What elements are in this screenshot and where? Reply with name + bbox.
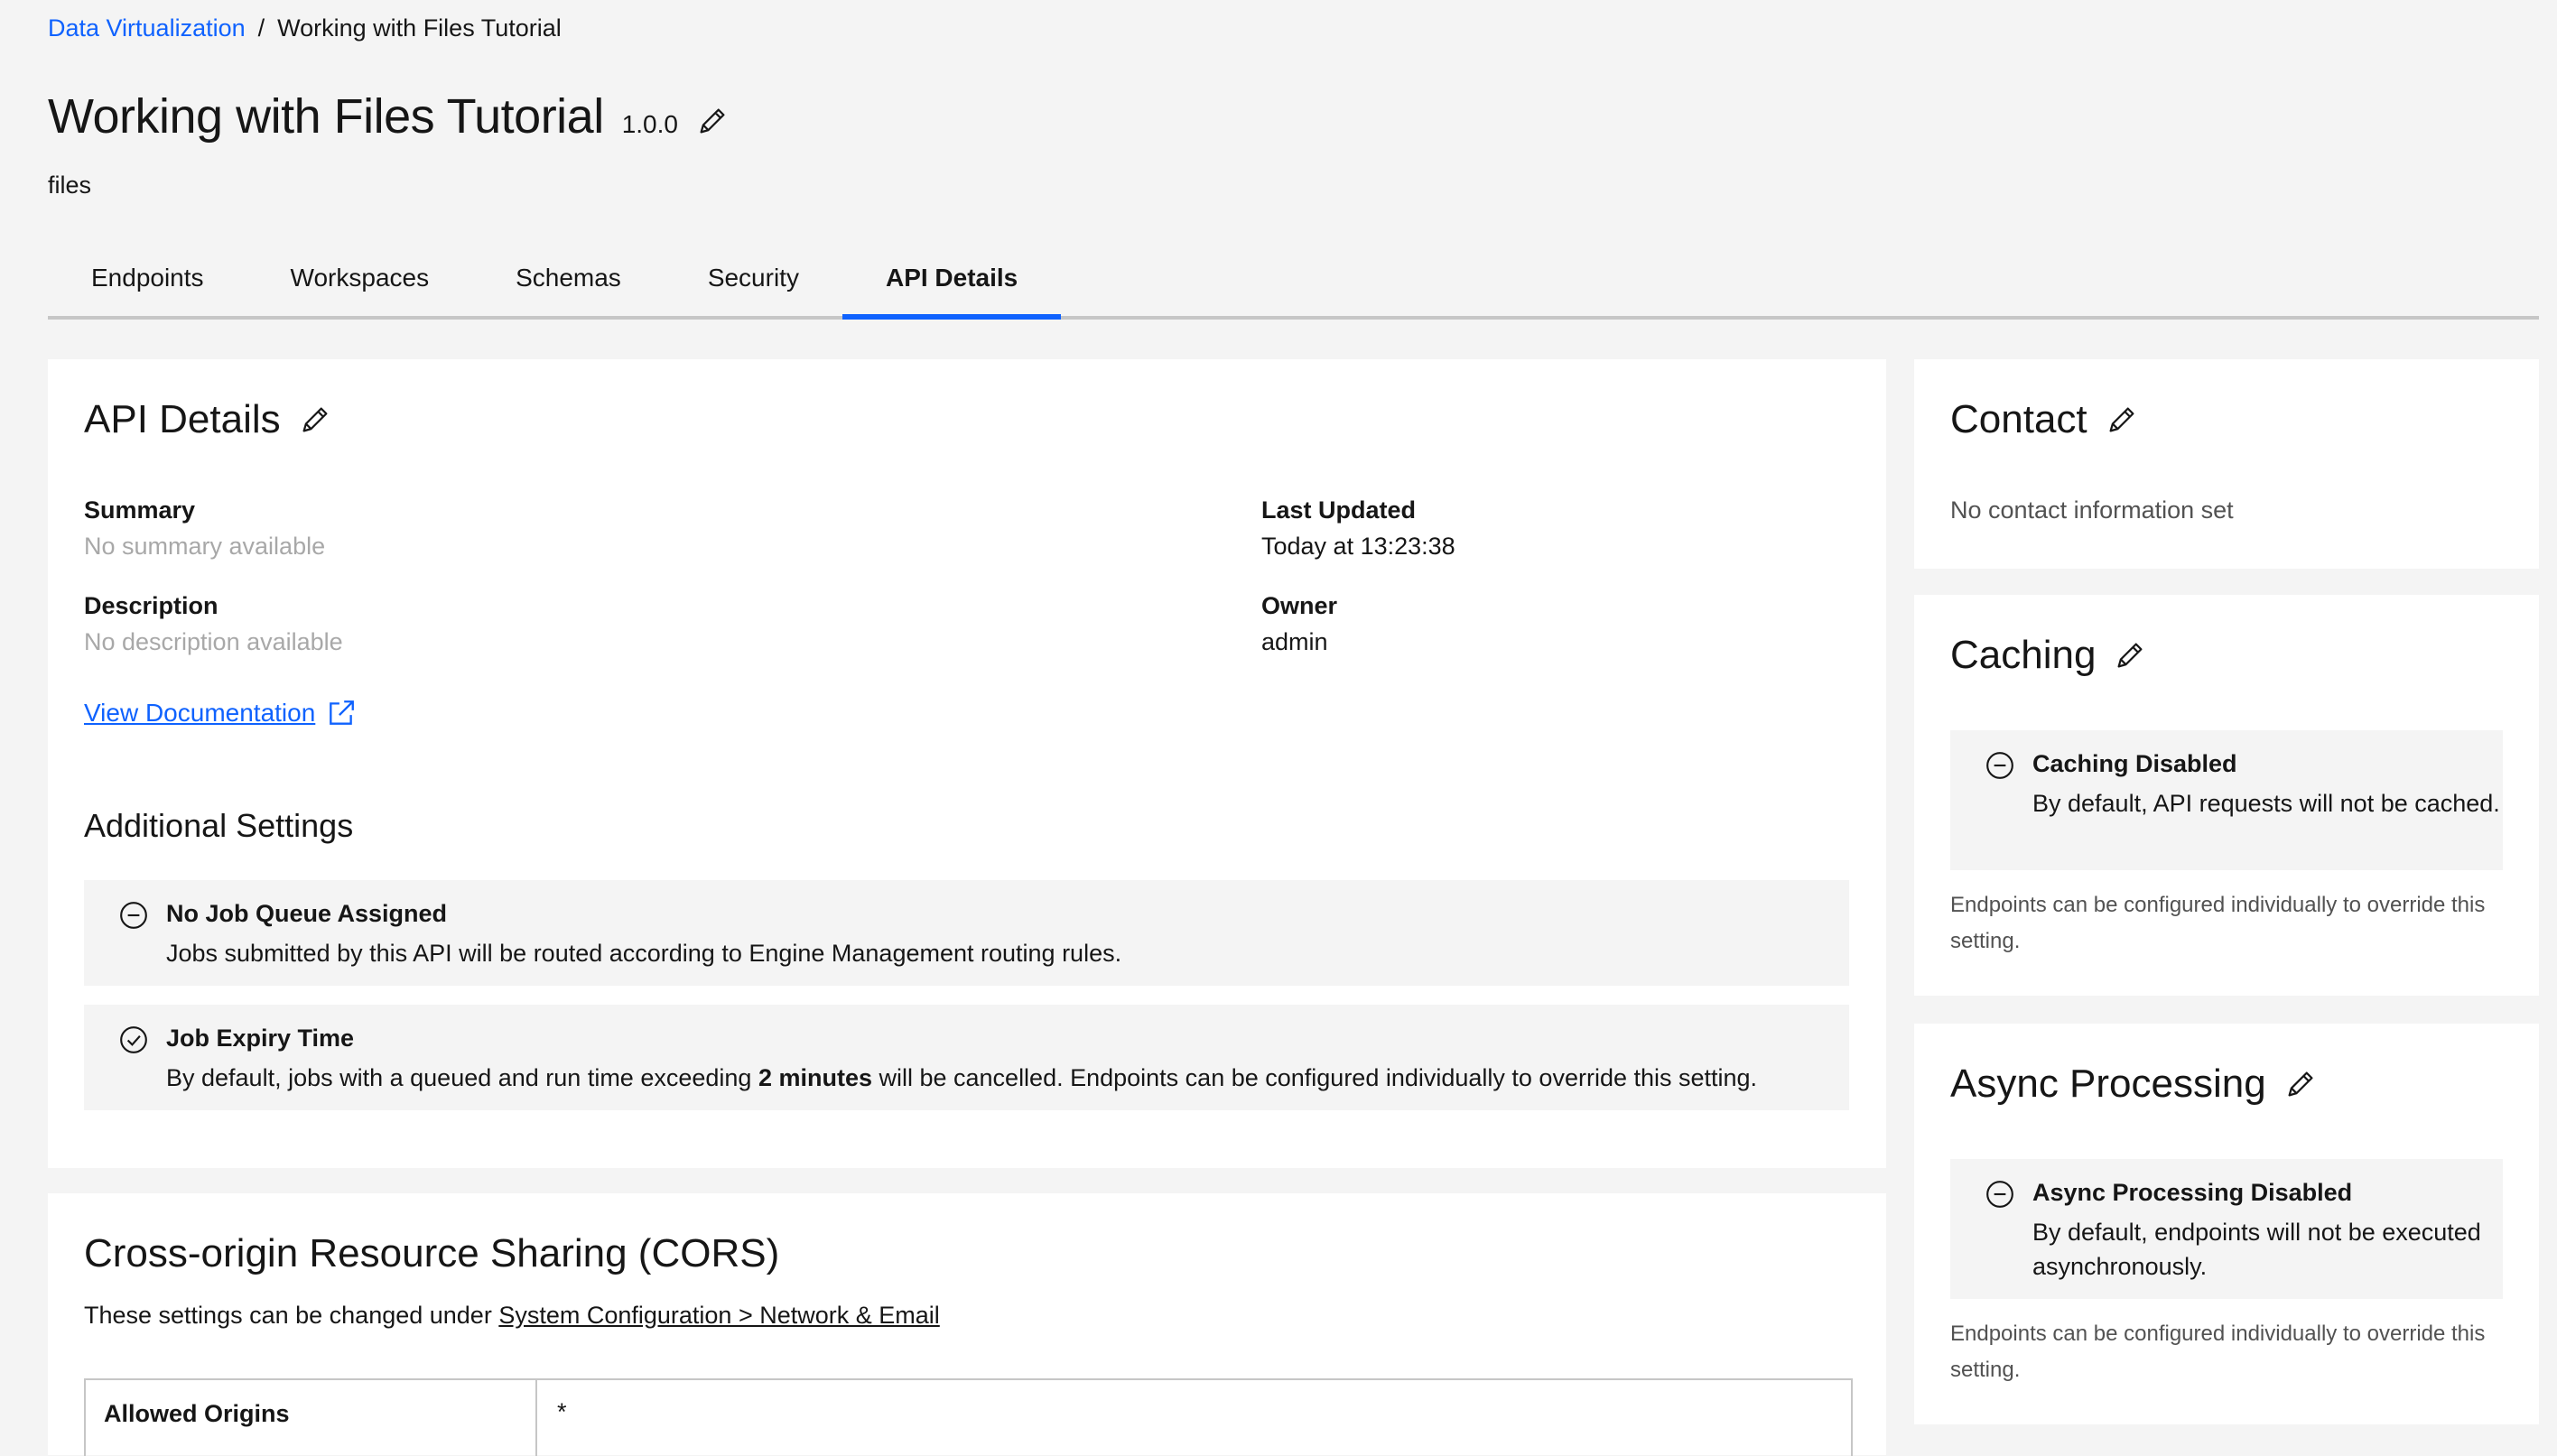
caching-title: Caching — [1950, 633, 2097, 677]
breadcrumb-current: Working with Files Tutorial — [277, 14, 562, 42]
owner-label: Owner — [1261, 592, 1338, 619]
edit-pencil-icon[interactable] — [299, 403, 331, 436]
job-queue-notice: No Job Queue Assigned Jobs submitted by … — [84, 880, 1849, 986]
cors-title: Cross-origin Resource Sharing (CORS) — [84, 1231, 780, 1275]
api-details-card: API Details Summary No summary available… — [48, 359, 1886, 1168]
breadcrumb-link-data-virtualization[interactable]: Data Virtualization — [48, 14, 246, 42]
contact-title: Contact — [1950, 397, 2087, 441]
tab-bar: Endpoints Workspaces Schemas Security AP… — [48, 244, 2539, 320]
minus-circle-icon — [1986, 752, 2013, 779]
contact-heading: Contact — [1950, 397, 2138, 442]
api-details-heading: API Details — [84, 397, 331, 442]
api-details-title: API Details — [84, 397, 281, 441]
allowed-origins-table: Allowed Origins * — [84, 1378, 1853, 1456]
tab-api-details[interactable]: API Details — [841, 244, 1062, 320]
system-configuration-link[interactable]: System Configuration > Network & Email — [498, 1302, 939, 1329]
tab-endpoints[interactable]: Endpoints — [48, 244, 247, 316]
job-expiry-title: Job Expiry Time — [166, 1025, 355, 1052]
allowed-origins-value: * — [557, 1398, 567, 1425]
additional-settings-heading: Additional Settings — [84, 807, 354, 844]
job-queue-title: No Job Queue Assigned — [166, 900, 448, 927]
tab-security[interactable]: Security — [665, 244, 842, 316]
tab-schemas[interactable]: Schemas — [472, 244, 665, 316]
minus-circle-icon — [1986, 1181, 2013, 1208]
summary-label: Summary — [84, 496, 196, 524]
description-value: No description available — [84, 628, 343, 655]
edit-pencil-icon[interactable] — [2284, 1068, 2317, 1100]
async-processing-notice-text: By default, endpoints will not be execut… — [2032, 1219, 2481, 1280]
async-processing-title: Async Processing — [1950, 1062, 2266, 1106]
cors-card: Cross-origin Resource Sharing (CORS) The… — [48, 1193, 1886, 1456]
view-documentation-link[interactable]: View Documentation — [84, 698, 357, 728]
version-label: 1.0.0 — [621, 110, 678, 138]
last-updated-label: Last Updated — [1261, 496, 1417, 524]
checkmark-circle-icon — [120, 1026, 147, 1053]
caching-notice-title: Caching Disabled — [2032, 750, 2237, 777]
breadcrumb-separator: / — [257, 14, 265, 42]
job-expiry-text-after: will be cancelled. Endpoints can be conf… — [871, 1064, 1758, 1091]
external-link-icon — [330, 700, 355, 725]
edit-pencil-icon[interactable] — [2114, 639, 2146, 672]
async-processing-card: Async Processing Async Processing Disabl… — [1914, 1024, 2539, 1424]
async-processing-footnote: Endpoints can be configured individually… — [1950, 1322, 2486, 1382]
minus-circle-icon — [120, 902, 147, 929]
last-updated-value: Today at 13:23:38 — [1261, 533, 1455, 560]
job-queue-text: Jobs submitted by this API will be route… — [166, 940, 1122, 967]
job-expiry-notice: Job Expiry Time By default, jobs with a … — [84, 1005, 1849, 1110]
page-subtitle: files — [48, 172, 92, 199]
caching-footnote: Endpoints can be configured individually… — [1950, 893, 2486, 953]
page-title: Working with Files Tutorial — [48, 89, 604, 144]
caching-notice: Caching Disabled By default, API request… — [1950, 730, 2503, 870]
contact-card: Contact No contact information set — [1914, 359, 2539, 569]
async-processing-notice-title: Async Processing Disabled — [2032, 1179, 2353, 1206]
async-processing-notice: Async Processing Disabled By default, en… — [1950, 1159, 2503, 1299]
breadcrumb: Data Virtualization / Working with Files… — [48, 14, 562, 42]
cors-description-text: These settings can be changed under — [84, 1302, 499, 1329]
job-expiry-text-before: By default, jobs with a queued and run t… — [166, 1064, 758, 1091]
edit-pencil-icon[interactable] — [696, 105, 729, 137]
caching-notice-text: By default, API requests will not be cac… — [2032, 790, 2500, 817]
view-documentation-label: View Documentation — [84, 699, 316, 727]
job-expiry-text: By default, jobs with a queued and run t… — [166, 1061, 1757, 1095]
caching-heading: Caching — [1950, 633, 2146, 678]
allowed-origins-header: Allowed Origins — [86, 1380, 537, 1456]
cors-description: These settings can be changed under Syst… — [84, 1302, 940, 1330]
description-label: Description — [84, 592, 219, 619]
async-processing-heading: Async Processing — [1950, 1062, 2317, 1107]
caching-card: Caching Caching Disabled By default, API… — [1914, 595, 2539, 996]
summary-value: No summary available — [84, 533, 326, 560]
owner-value: admin — [1261, 628, 1328, 655]
tab-workspaces[interactable]: Workspaces — [247, 244, 473, 316]
job-expiry-duration: 2 minutes — [758, 1064, 872, 1091]
contact-text: No contact information set — [1950, 496, 2234, 524]
edit-pencil-icon[interactable] — [2106, 403, 2138, 436]
page-header: Working with Files Tutorial 1.0.0 — [48, 88, 729, 144]
